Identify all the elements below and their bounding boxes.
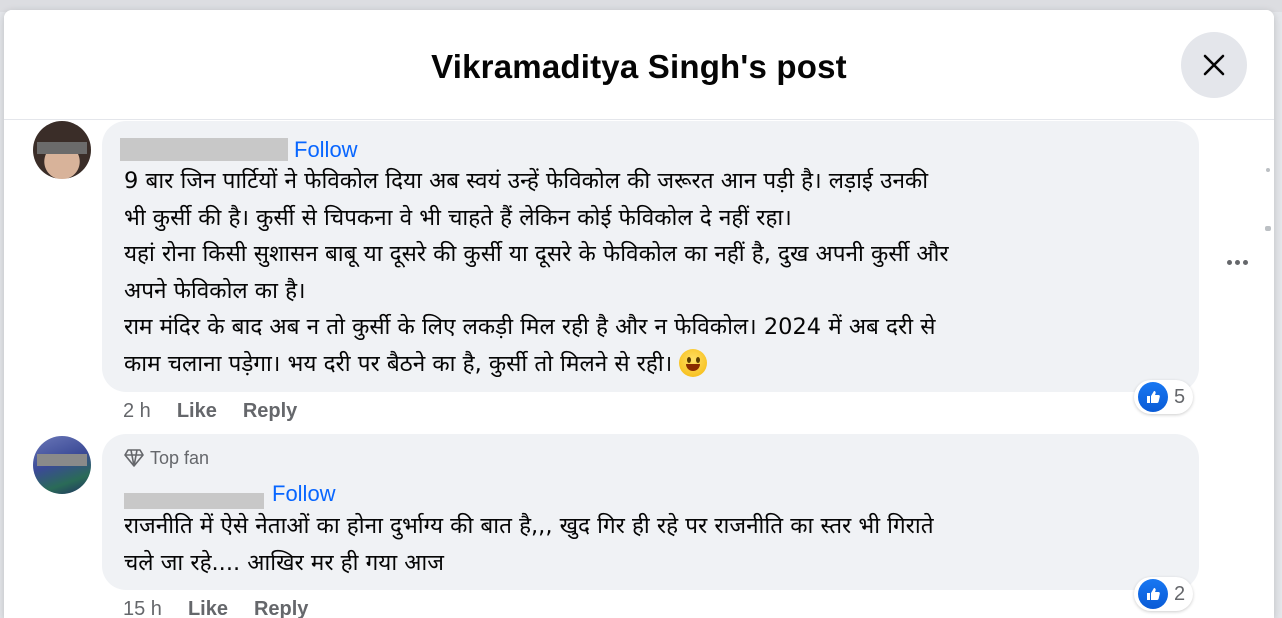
reply-button[interactable]: Reply — [254, 598, 308, 618]
like-button[interactable]: Like — [177, 400, 217, 422]
post-dialog: Vikramaditya Singh's post Follow 9 बार ज… — [4, 10, 1274, 618]
more-dot-icon — [1227, 260, 1232, 265]
more-dot-icon — [1243, 260, 1248, 265]
like-button[interactable]: Like — [188, 598, 228, 618]
scrollbar[interactable] — [1258, 120, 1274, 618]
reply-button[interactable]: Reply — [243, 400, 297, 422]
comment-timestamp[interactable]: 2 h — [123, 400, 151, 422]
dialog-header: Vikramaditya Singh's post — [4, 10, 1274, 120]
comment-timestamp[interactable]: 15 h — [123, 598, 162, 618]
comment-line: चले जा रहे.... आखिर मर ही गया आज — [124, 549, 444, 576]
comment-text: राजनीति में ऐसे नेताओं का होना दुर्भाग्य… — [124, 508, 1194, 581]
reaction-count: 2 — [1174, 582, 1186, 605]
comment-line: काम चलाना पड़ेगा। भय दरी पर बैठने का है,… — [124, 350, 673, 377]
comment-line: राजनीति में ऐसे नेताओं का होना दुर्भाग्य… — [124, 513, 934, 539]
commenter-avatar[interactable] — [33, 436, 91, 494]
like-reaction-icon — [1138, 579, 1168, 609]
more-options-button[interactable] — [1227, 252, 1251, 270]
close-icon — [1203, 54, 1225, 76]
reaction-summary[interactable]: 2 — [1134, 577, 1194, 611]
scrollbar-marker — [1266, 168, 1270, 172]
reaction-summary[interactable]: 5 — [1134, 380, 1194, 414]
grinning-face-emoji-icon — [679, 348, 708, 377]
dialog-title: Vikramaditya Singh's post — [431, 48, 847, 85]
redacted-commenter-name — [124, 493, 264, 509]
comment-line: 9 बार जिन पार्टियों ने फेविकोल दिया अब स… — [124, 168, 929, 194]
comment-actions: 15 h Like Reply — [123, 598, 334, 618]
comment-text: 9 बार जिन पार्टियों ने फेविकोल दिया अब स… — [124, 163, 1194, 382]
close-button[interactable] — [1181, 32, 1247, 98]
commenter-avatar[interactable] — [33, 121, 91, 179]
top-fan-badge: Top fan — [124, 448, 209, 469]
comment-bubble: Follow राजनीति में ऐसे नेताओं का होना दु… — [102, 434, 1199, 590]
redacted-commenter-name — [120, 138, 288, 161]
comment-line: भी कुर्सी की है। कुर्सी से चिपकना वे भी … — [124, 204, 792, 231]
top-fan-label: Top fan — [150, 448, 210, 468]
comment-line: अपने फेविकोल का है। — [124, 277, 306, 304]
follow-button[interactable]: Follow — [272, 481, 336, 507]
reaction-count: 5 — [1174, 385, 1186, 408]
comment-actions: 2 h Like Reply — [123, 400, 323, 423]
diamond-icon — [124, 449, 144, 467]
scrollbar-thumb[interactable] — [1265, 226, 1271, 231]
more-dot-icon — [1235, 260, 1240, 265]
comment-line: राम मंदिर के बाद अब न तो कुर्सी के लिए ल… — [124, 314, 936, 340]
like-reaction-icon — [1138, 382, 1168, 412]
comment-line: यहां रोना किसी सुशासन बाबू या दूसरे की क… — [124, 241, 949, 267]
comment-bubble: Follow 9 बार जिन पार्टियों ने फेविकोल दि… — [102, 121, 1199, 392]
follow-button[interactable]: Follow — [294, 137, 358, 163]
